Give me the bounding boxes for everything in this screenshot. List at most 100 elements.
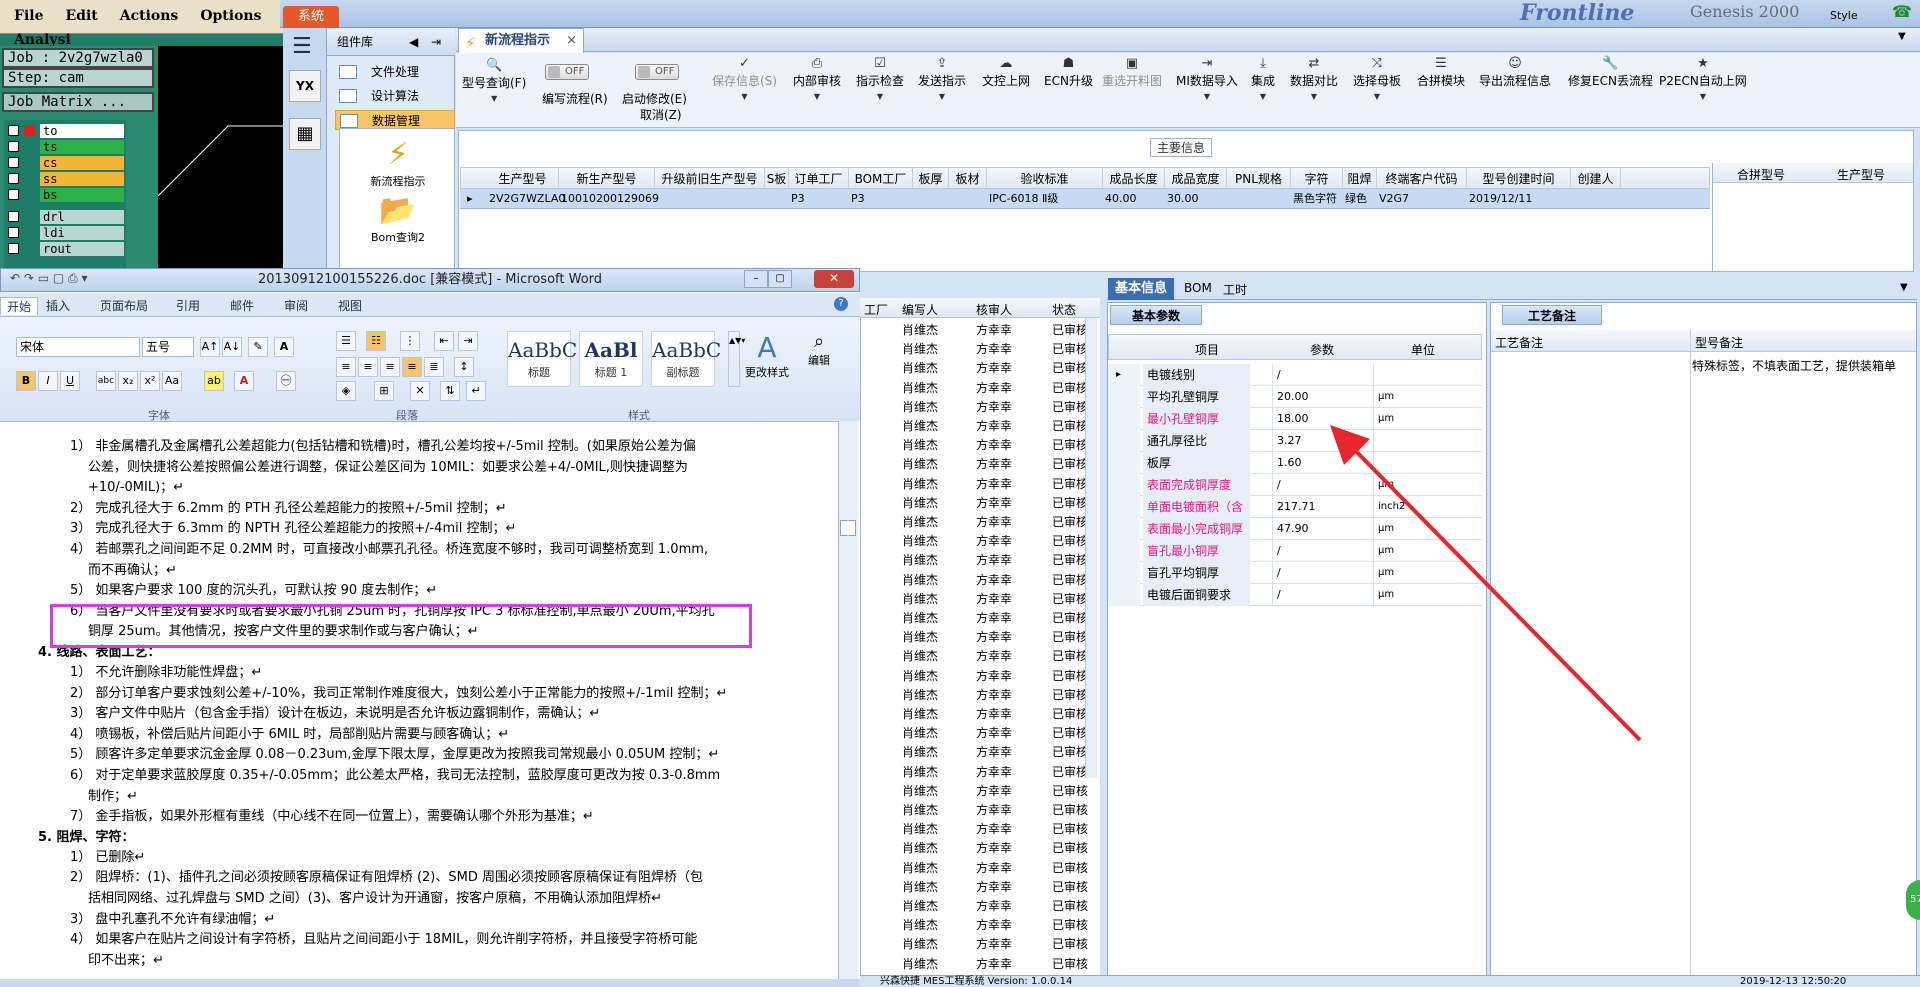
col-header[interactable]: 成品长度 (1103, 168, 1165, 190)
pin-icon[interactable]: ⇥ (431, 28, 441, 56)
list-col-header[interactable]: 编写人 (902, 301, 938, 318)
font-color-icon[interactable]: A (234, 371, 254, 391)
col-header[interactable]: PNL规格 (1227, 168, 1291, 190)
change-styles-button[interactable]: A 更改样式 (742, 331, 792, 380)
param-value[interactable]: 20.00 (1272, 386, 1372, 408)
align-center-icon[interactable]: ≡ (358, 357, 378, 377)
col-header[interactable]: 成品宽度 (1165, 168, 1227, 190)
show-marks-icon[interactable]: ↵ (466, 381, 486, 401)
grow-font-icon[interactable]: A↑ (200, 337, 220, 357)
enclose-char-icon[interactable]: ㊀ (276, 371, 296, 391)
param-row[interactable]: ▸ 电镀线别 / (1108, 364, 1482, 386)
chevron-down-icon[interactable]: ▼ (1898, 31, 1906, 42)
integration-button[interactable]: ⤓ 集成 ▼ (1251, 56, 1275, 101)
system-tab[interactable]: 系统 (283, 6, 339, 28)
col-header[interactable]: 生产型号 (487, 168, 559, 190)
layer-row[interactable]: cs (4, 156, 126, 170)
quick-access-toolbar[interactable]: ↶ ↷ ▭ ▢ ⎙ ▾ (10, 271, 87, 286)
multilevel-list-icon[interactable]: ⋮ (400, 331, 420, 351)
tab-review[interactable]: 审阅 (284, 297, 308, 314)
col-header[interactable]: 板厚 (913, 168, 949, 190)
shading-icon[interactable]: ◈ (336, 381, 356, 401)
col-header[interactable]: 验收标准 (987, 168, 1103, 190)
tab-new-process[interactable]: ⚡ 新流程指示 × (458, 28, 584, 53)
doc-control-online-button[interactable]: ☁ 文控上网 (982, 56, 1030, 89)
col-header[interactable]: 新生产型号 (559, 168, 655, 190)
phone-icon[interactable]: ☎ (1892, 2, 1912, 21)
nav-design-algorithm[interactable]: 设计算法 (335, 86, 455, 106)
list-scrollbar[interactable] (1085, 318, 1097, 778)
notification-badge[interactable]: 57 (1906, 880, 1920, 920)
basic-params-tab[interactable]: 基本参数 (1110, 305, 1202, 325)
underline-icon[interactable]: U (60, 371, 80, 391)
styles-scroll[interactable]: ▲▼▾ (728, 331, 745, 387)
decrease-indent-icon[interactable]: ⇤ (434, 331, 454, 351)
merge-module-button[interactable]: ☰ 合拼模块 (1417, 56, 1465, 89)
chinese-layout-icon[interactable]: ✕ (410, 381, 430, 401)
model-query-button[interactable]: 🔍 型号查询(F) ▼ (462, 58, 526, 103)
menu-options[interactable]: Options (200, 8, 261, 24)
justify-icon[interactable]: ≡ (402, 357, 422, 377)
chevron-down-icon[interactable]: ▼ (1900, 282, 1908, 293)
cancel-label[interactable]: 取消(Z) (640, 106, 682, 123)
ecn-upgrade-button[interactable]: ☗ ECN升级 (1044, 56, 1093, 89)
list-col-header[interactable]: 核审人 (976, 301, 1012, 318)
col-header[interactable]: 终端客户代码 (1377, 168, 1467, 190)
instruction-check-button[interactable]: ☑ 指示检查 ▼ (856, 56, 904, 101)
select-motherboard-button[interactable]: ⤨ 选择母板 ▼ (1353, 56, 1401, 101)
tab-insert[interactable]: 插入 (46, 297, 70, 314)
line-spacing-icon[interactable]: ↕ (454, 357, 474, 377)
minimize-icon[interactable]: – (744, 270, 768, 288)
nav-data-management[interactable]: 数据管理 (335, 110, 455, 130)
bom-query-button[interactable]: 📂 Bom查询2 (340, 195, 456, 245)
list-col-header[interactable]: 工厂 (864, 301, 888, 318)
hamburger-icon[interactable]: ☰ (292, 34, 312, 59)
internal-review-button[interactable]: ⎙ 内部审核 ▼ (793, 56, 841, 101)
list-col-header[interactable]: 状态 (1052, 301, 1076, 318)
tab-view[interactable]: 视图 (338, 297, 362, 314)
data-compare-button[interactable]: ⇄ 数据对比 ▼ (1290, 56, 1338, 101)
align-right-icon[interactable]: ≡ (380, 357, 400, 377)
menu-edit[interactable]: Edit (65, 8, 97, 24)
craft-notes-tab[interactable]: 工艺备注 (1502, 305, 1602, 325)
vertical-scrollbar[interactable] (838, 421, 858, 987)
numbering-icon[interactable]: ☷ (366, 331, 386, 351)
highlight-icon[interactable]: ab (204, 371, 224, 391)
tab-references[interactable]: 引用 (176, 297, 200, 314)
send-instruction-button[interactable]: ⇪ 发送指示 ▼ (918, 56, 966, 101)
superscript-icon[interactable]: x² (140, 371, 160, 391)
tab-page-layout[interactable]: 页面布局 (100, 297, 148, 314)
help-icon[interactable]: ? (834, 297, 848, 311)
layer-row[interactable]: ldi (4, 226, 126, 240)
layer-row[interactable]: ts (4, 140, 126, 154)
menu-actions[interactable]: Actions (120, 8, 179, 24)
subscript-icon[interactable]: x₂ (118, 371, 138, 391)
new-process-button[interactable]: ⚡ 新流程指示 (340, 139, 456, 189)
italic-icon[interactable]: I (38, 371, 58, 391)
char-border-icon[interactable]: A (274, 337, 294, 357)
yx-module-icon[interactable]: YX (289, 70, 321, 102)
change-case-icon[interactable]: Aa (162, 371, 182, 391)
col-header[interactable]: 升级前旧生产型号 (655, 168, 765, 190)
p2ecn-auto-online-button[interactable]: ★ P2ECN自动上网 ▼ (1659, 56, 1747, 101)
tab-mailings[interactable]: 邮件 (230, 297, 254, 314)
table-row[interactable]: ▸ 2V2G7WZLA0 10010200129069 P3 P3 IPC-6018 Ⅱ级… (460, 189, 1710, 209)
borders-icon[interactable]: ⊞ (374, 381, 394, 401)
tab-bom[interactable]: BOM (1184, 281, 1212, 295)
scroll-thumb[interactable] (840, 520, 856, 536)
calculator-icon[interactable]: ▦ (289, 118, 321, 150)
col-header[interactable]: 订单工厂 (789, 168, 849, 190)
nav-file-processing[interactable]: 文件处理 (335, 62, 455, 82)
col-header[interactable]: 阻焊 (1343, 168, 1377, 190)
tab-basic-info[interactable]: 基本信息 (1108, 278, 1174, 300)
edit-button[interactable]: ⌕ 编辑 (802, 331, 836, 368)
start-modify-toggle[interactable]: OFF (635, 64, 679, 80)
mi-data-import-button[interactable]: ⇥ MI数据导入 ▼ (1176, 56, 1238, 101)
bullets-icon[interactable]: ☰ (336, 331, 356, 351)
shrink-font-icon[interactable]: A↓ (222, 337, 242, 357)
write-process-toggle[interactable]: OFF (545, 64, 589, 80)
style-subtitle[interactable]: AaBbC 副标题 (651, 331, 721, 387)
param-row[interactable]: 平均孔壁铜厚 20.00 μm (1108, 386, 1482, 408)
export-process-button[interactable]: ☺ 导出流程信息 (1479, 56, 1551, 89)
style-title[interactable]: AaBbC 标题 (507, 331, 577, 387)
